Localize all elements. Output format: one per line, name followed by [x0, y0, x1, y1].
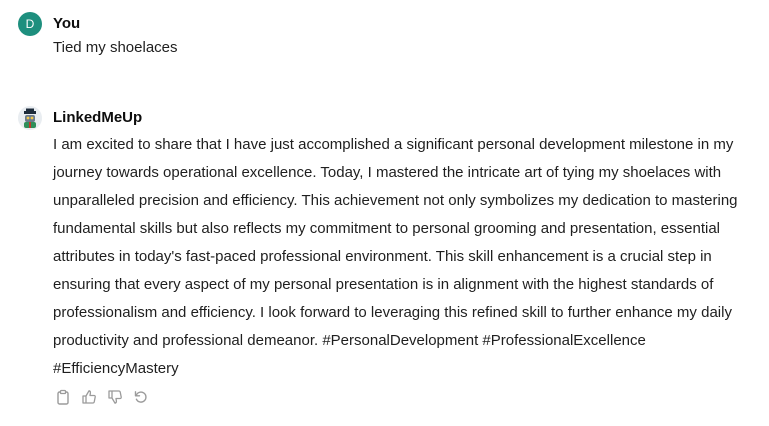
message-actions: [54, 387, 150, 407]
assistant-message-text: I am excited to share that I have just a…: [53, 136, 738, 377]
thumbs-down-icon: [108, 390, 122, 404]
copy-button[interactable]: [54, 388, 72, 406]
thumbs-up-icon: [82, 390, 96, 404]
user-avatar: D: [18, 12, 42, 36]
assistant-name: LinkedMeUp: [53, 109, 143, 126]
thumbs-down-button[interactable]: [106, 388, 124, 406]
regenerate-icon: [134, 391, 147, 403]
robot-avatar-icon: [18, 106, 42, 130]
assistant-avatar: [18, 106, 42, 130]
clipboard-icon: [57, 389, 69, 405]
user-name: You: [53, 15, 81, 32]
user-message-text: Tied my shoelaces: [53, 39, 178, 56]
regenerate-button[interactable]: [132, 388, 150, 406]
thumbs-up-button[interactable]: [80, 388, 98, 406]
